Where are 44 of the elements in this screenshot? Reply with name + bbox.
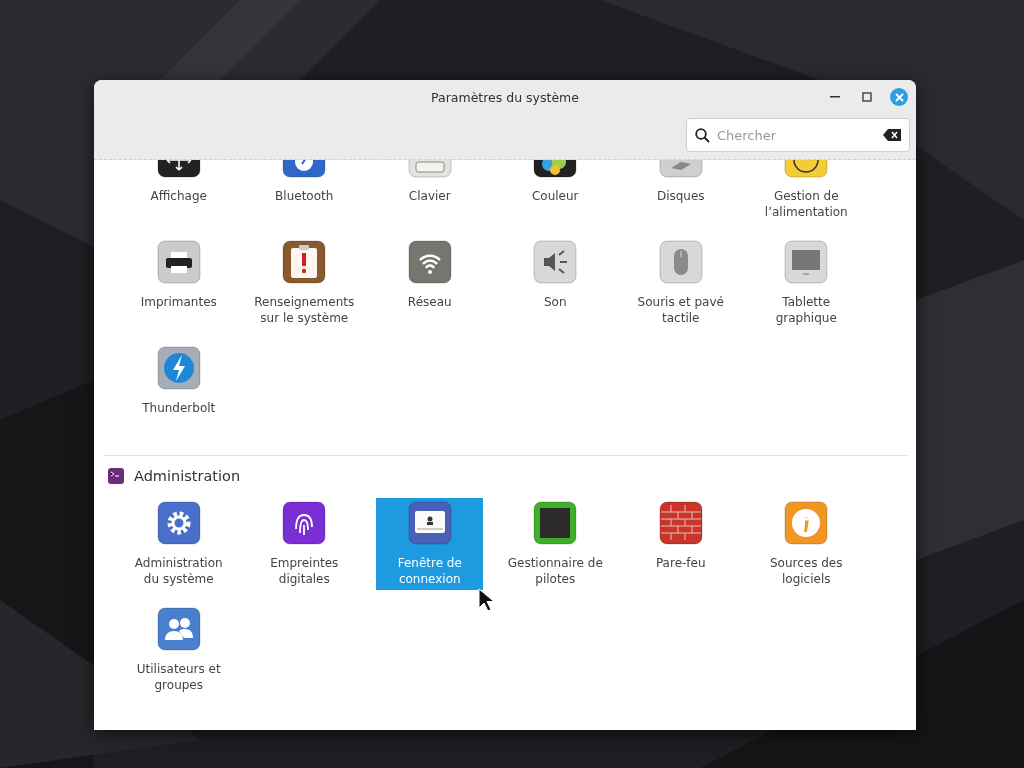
settings-item[interactable]: Renseignements sur le système (250, 237, 358, 329)
chip-icon (533, 501, 578, 545)
settings-item[interactable]: Thunderbolt (125, 343, 233, 419)
settings-item[interactable]: Sources des logiciels (752, 498, 860, 590)
settings-item[interactable]: Couleur (501, 160, 609, 207)
gear-icon (156, 501, 201, 545)
tablet-icon (784, 240, 829, 284)
settings-item[interactable]: Souris et pavé tactile (627, 237, 735, 329)
settings-item[interactable]: Empreintes digitales (250, 498, 358, 590)
settings-item[interactable]: Bluetooth (250, 160, 358, 207)
login-icon (407, 501, 452, 545)
minimize-icon (830, 96, 840, 98)
settings-item[interactable]: Son (501, 237, 609, 313)
settings-item[interactable]: Affichage (125, 160, 233, 207)
settings-item[interactable]: Clavier (376, 160, 484, 207)
close-icon (894, 92, 904, 102)
fingerprint-icon (282, 501, 327, 545)
network-icon (407, 240, 452, 284)
clear-icon[interactable] (883, 129, 901, 141)
window-title: Paramètres du système (431, 89, 579, 105)
sound-icon (533, 240, 578, 284)
settings-item[interactable]: Disques (627, 160, 735, 207)
cursor-icon (478, 588, 496, 612)
close-button[interactable] (890, 88, 908, 106)
search-field[interactable]: Chercher (686, 118, 910, 152)
settings-item[interactable]: Imprimantes (125, 237, 233, 313)
settings-item[interactable]: Gestion de l’alimentation (752, 160, 860, 223)
search-icon (695, 128, 710, 143)
settings-item[interactable]: Pare-feu (627, 498, 735, 574)
settings-item[interactable]: Gestionnaire de pilotes (501, 498, 609, 590)
terminal-icon (108, 468, 124, 484)
settings-item[interactable]: Administration du système (125, 498, 233, 590)
firewall-icon (658, 501, 703, 545)
info-icon (282, 240, 327, 284)
users-icon (156, 607, 201, 651)
mouse-icon (658, 240, 703, 284)
printer-icon (156, 240, 201, 284)
section-title: Administration (134, 468, 241, 484)
maximize-icon (862, 92, 872, 102)
settings-item[interactable]: Réseau (376, 237, 484, 313)
sources-icon (784, 501, 829, 545)
settings-item[interactable]: Tablette graphique (752, 237, 860, 329)
settings-item[interactable]: Utilisateurs et groupes (125, 604, 233, 696)
thunderbolt-icon (156, 346, 201, 390)
